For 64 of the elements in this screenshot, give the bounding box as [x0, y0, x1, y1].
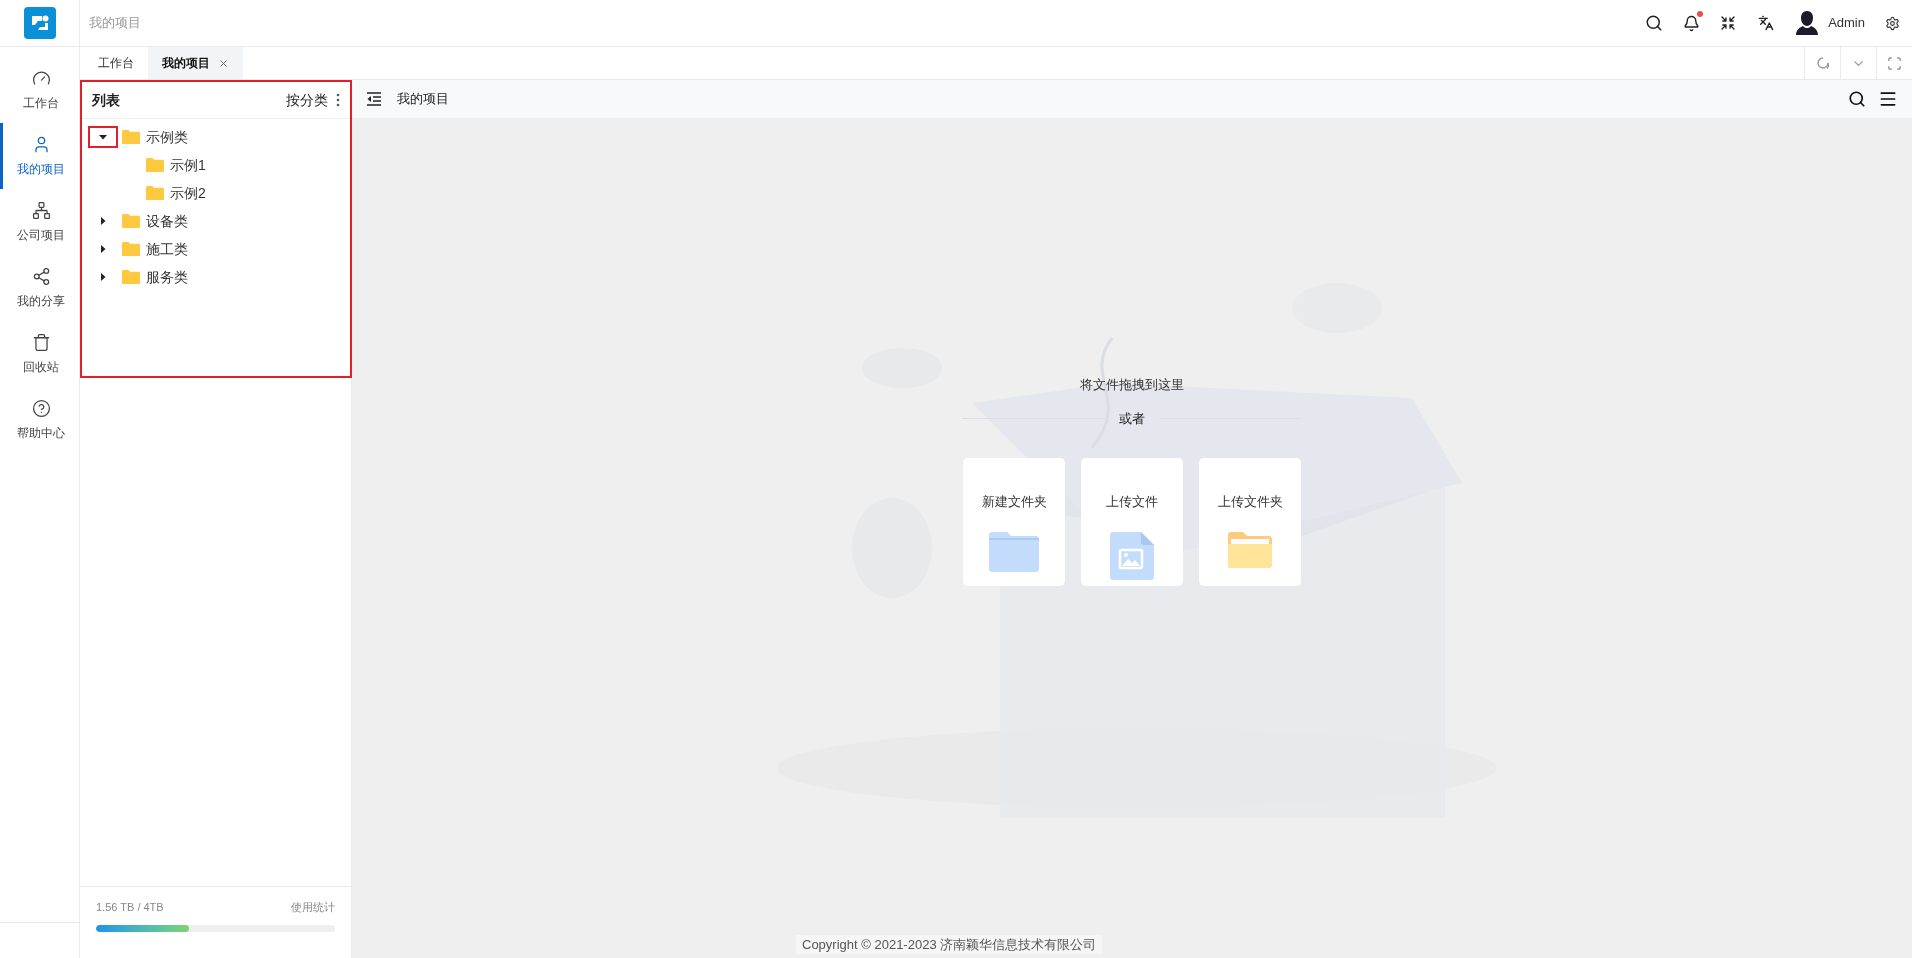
caret-icon — [99, 273, 107, 281]
share-icon — [31, 266, 51, 286]
collapse-sidebar-icon[interactable] — [366, 92, 382, 106]
drop-hint: 将文件拖拽到这里 — [1080, 376, 1184, 394]
tree-item-label[interactable]: 施工类 — [146, 238, 188, 260]
open-folder-icon — [1228, 531, 1272, 568]
breadcrumb: 我的项目 — [89, 14, 141, 33]
refresh-icon[interactable] — [1816, 57, 1829, 69]
page-title: 我的项目 — [397, 90, 449, 109]
nav-item[interactable]: 公司项目 — [0, 189, 79, 255]
user-name[interactable]: Admin — [1828, 13, 1865, 33]
nav-label: 回收站 — [23, 358, 59, 376]
tab[interactable]: 我的项目 — [148, 47, 243, 79]
copyright-text: Copyright © 2021-2023 济南颖华信息技术有限公司 — [796, 934, 1103, 954]
caret-icon — [99, 133, 107, 141]
search-icon[interactable] — [1645, 14, 1664, 32]
folder-icon — [122, 241, 140, 257]
nav-item[interactable]: 帮助中心 — [0, 387, 79, 453]
tab[interactable]: 工作台 — [84, 47, 148, 79]
folder-icon — [122, 269, 140, 285]
app-logo[interactable] — [23, 7, 56, 39]
sort-label[interactable]: 按分类 — [286, 89, 328, 111]
action-card[interactable]: 新建文件夹 — [963, 458, 1065, 586]
nav-label: 帮助中心 — [17, 424, 65, 442]
tree-item-label[interactable]: 服务类 — [146, 266, 188, 288]
fullscreen-icon[interactable] — [1720, 15, 1737, 31]
nav-item[interactable]: 我的分享 — [0, 255, 79, 321]
folder-icon — [122, 129, 140, 145]
close-icon[interactable] — [218, 57, 229, 69]
tree-item-label[interactable]: 示例类 — [146, 126, 188, 148]
menu-icon[interactable] — [1878, 89, 1898, 109]
or-label: 或者 — [1118, 409, 1146, 428]
nav-label: 工作台 — [23, 94, 59, 112]
image-file-icon — [1110, 531, 1154, 580]
folder-icon — [122, 213, 140, 229]
nav-item[interactable]: 回收站 — [0, 321, 79, 387]
tree-item-label[interactable]: 示例1 — [170, 154, 206, 176]
action-card[interactable]: 上传文件 — [1081, 458, 1183, 586]
expand-toggle[interactable] — [88, 126, 118, 148]
search-icon[interactable] — [1848, 90, 1866, 108]
more-icon[interactable] — [336, 93, 340, 107]
action-card[interactable]: 上传文件夹 — [1199, 458, 1301, 586]
nav-item[interactable]: 我的项目 — [0, 123, 79, 189]
folder-icon — [146, 157, 164, 173]
folder-icon — [989, 531, 1039, 572]
help-icon — [31, 398, 51, 418]
sitemap-icon — [31, 200, 51, 220]
caret-icon — [99, 245, 107, 253]
caret-icon — [99, 217, 107, 225]
nav-label: 我的项目 — [17, 160, 65, 178]
folder-icon — [146, 185, 164, 201]
settings-icon[interactable] — [1885, 15, 1900, 31]
storage-usage: 1.56 TB / 4TB — [96, 900, 164, 915]
nav-label: 我的分享 — [17, 292, 65, 310]
tree-item-label[interactable]: 设备类 — [146, 210, 188, 232]
translate-icon[interactable] — [1758, 15, 1775, 31]
nav-label: 公司项目 — [17, 226, 65, 244]
nav-item[interactable]: 工作台 — [0, 57, 79, 123]
panel-title: 列表 — [92, 90, 120, 110]
tree-item-label[interactable]: 示例2 — [170, 182, 206, 204]
bell-icon[interactable] — [1683, 14, 1701, 32]
trash-icon — [31, 332, 51, 352]
usage-stats-link[interactable]: 使用统计 — [291, 899, 335, 916]
avatar-icon[interactable] — [1796, 11, 1819, 35]
